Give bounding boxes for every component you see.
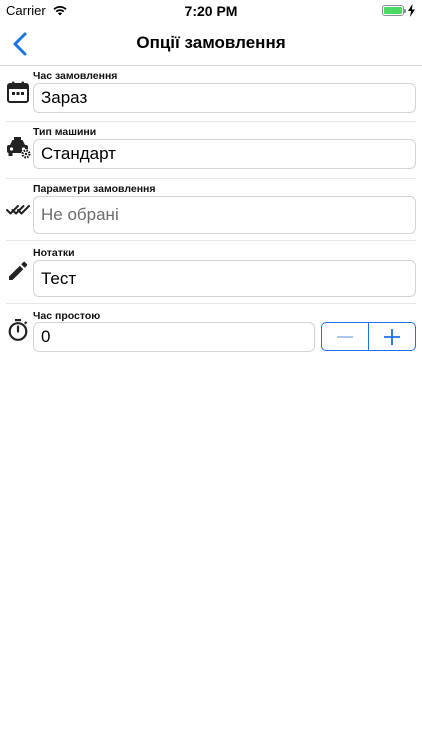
double-check-icon	[6, 205, 30, 215]
car-type-row: Тип машини Стандарт	[6, 122, 416, 178]
notes-row: Нотатки Тест	[6, 241, 416, 303]
charging-bolt-icon	[408, 4, 415, 17]
stopwatch-icon	[8, 319, 28, 341]
battery-icon	[382, 5, 406, 16]
order-params-row: Параметри замовлення Не обрані	[6, 179, 416, 241]
minus-icon	[337, 335, 353, 338]
notes-field[interactable]: Тест	[33, 260, 416, 297]
order-time-field[interactable]: Зараз	[33, 83, 416, 113]
plus-icon	[384, 328, 400, 345]
calendar-icon	[7, 81, 29, 103]
page-title: Опції замовлення	[136, 33, 286, 52]
increment-button[interactable]	[368, 323, 415, 350]
battery-level	[384, 7, 402, 14]
notes-label: Нотатки	[33, 247, 75, 259]
idle-time-row: Час простою 0	[6, 304, 416, 356]
order-time-row: Час замовлення Зараз	[6, 66, 416, 122]
order-time-label: Час замовлення	[33, 70, 118, 82]
idle-time-field[interactable]: 0	[33, 322, 315, 352]
pencil-icon	[9, 261, 28, 280]
battery-cap	[404, 9, 406, 13]
car-type-field[interactable]: Стандарт	[33, 139, 416, 169]
idle-time-stepper[interactable]	[321, 322, 416, 351]
navigation-bar: Опції замовлення	[0, 22, 422, 66]
car-type-label: Тип машини	[33, 126, 97, 138]
status-bar: Carrier 7:20 PM	[0, 0, 422, 22]
taxi-settings-icon	[7, 137, 31, 159]
order-params-field[interactable]: Не обрані	[33, 196, 416, 234]
idle-time-label: Час простою	[33, 310, 101, 322]
status-time: 7:20 PM	[184, 3, 238, 19]
decrement-button[interactable]	[322, 323, 368, 350]
order-params-label: Параметри замовлення	[33, 183, 156, 195]
